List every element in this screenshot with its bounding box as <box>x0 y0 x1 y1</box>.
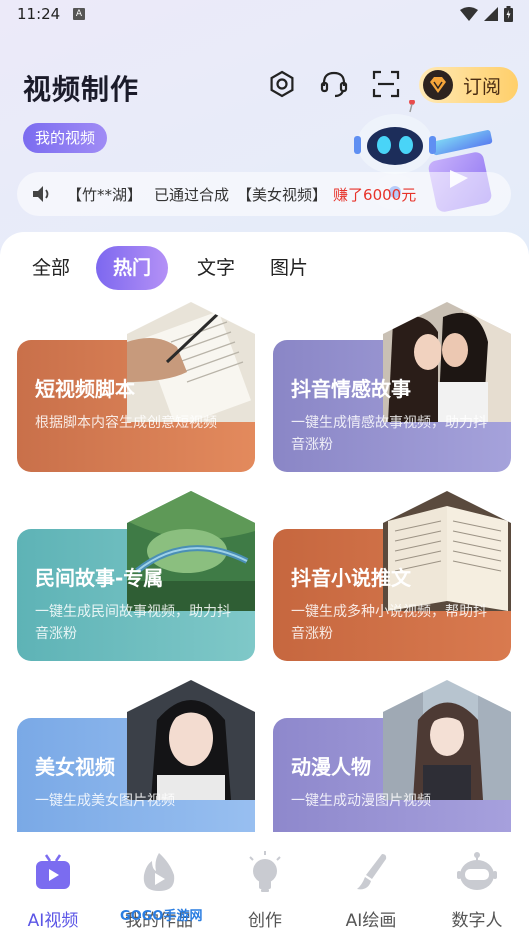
tab-all[interactable]: 全部 <box>32 246 70 290</box>
tab-hot[interactable]: 热门 <box>96 246 169 290</box>
card-title: 抖音小说推文 <box>291 566 411 590</box>
watermark-logo: GOGO手游网 <box>120 909 203 924</box>
headset-icon[interactable] <box>318 68 350 100</box>
nav-digital-human[interactable]: 数字人 <box>424 850 529 931</box>
nav-create[interactable]: 创作 <box>212 850 318 931</box>
card-title: 美女视频 <box>35 755 115 779</box>
settings-hex-icon[interactable] <box>266 68 298 100</box>
script-writing-image <box>127 302 255 422</box>
nav-label: 数字人 <box>451 911 503 931</box>
speaker-icon <box>31 185 55 203</box>
couple-photo-image <box>383 302 511 422</box>
card-title: 抖音情感故事 <box>291 377 411 401</box>
nav-label: 创作 <box>248 911 282 931</box>
flame-play-icon <box>106 850 212 894</box>
subscribe-label: 订阅 <box>463 75 502 98</box>
card-title: 动漫人物 <box>291 755 371 779</box>
anime-girl-image <box>383 680 511 800</box>
main-card: 全部 热门 文字 图片 短视频脚本 根据脚本内容生成创意短视频 抖音情感故事 一… <box>0 232 529 832</box>
tab-image[interactable]: 图片 <box>270 246 308 290</box>
card-title: 民间故事-专属 <box>35 566 164 590</box>
notice-user: 【竹**湖】 <box>67 185 143 204</box>
robot-head-icon <box>424 850 529 894</box>
card-title: 短视频脚本 <box>35 377 135 401</box>
card-folk-story[interactable]: 民间故事-专属 一键生成民间故事视频，助力抖音涨粉 <box>17 491 255 661</box>
card-desc: 根据脚本内容生成创意短视频 <box>35 415 217 431</box>
notification-a-icon: A <box>73 8 85 20</box>
wifi-icon <box>460 7 478 21</box>
scan-icon[interactable] <box>370 68 402 100</box>
page-title: 视频制作 <box>23 73 140 106</box>
card-desc: 一键生成民间故事视频，助力抖音涨粉 <box>35 604 231 642</box>
notice-earn: 赚了6000元 <box>333 185 417 204</box>
tab-text[interactable]: 文字 <box>197 246 235 290</box>
card-douyin-novel[interactable]: 抖音小说推文 一键生成多种小说视频，帮助抖音涨粉 <box>273 491 511 661</box>
card-desc: 一键生成情感故事视频，助力抖音涨粉 <box>291 415 487 453</box>
nav-ai-painting[interactable]: AI绘画 <box>318 850 424 931</box>
status-icons <box>460 6 513 22</box>
status-bar: 11:24 A <box>0 0 529 30</box>
signal-icon <box>484 7 498 21</box>
category-tabs: 全部 热门 文字 图片 <box>0 246 529 290</box>
notice-bar[interactable]: 【竹**湖】 已通过合成 【美女视频】 赚了6000元 <box>17 172 511 216</box>
card-short-video-script[interactable]: 短视频脚本 根据脚本内容生成创意短视频 <box>17 302 255 472</box>
my-videos-button[interactable]: 我的视频 <box>23 123 108 153</box>
nav-label: AI视频 <box>27 911 79 931</box>
nav-label: AI绘画 <box>345 911 397 931</box>
notice-video: 【美女视频】 <box>237 185 328 204</box>
notice-passed: 已通过合成 <box>154 185 230 204</box>
subscribe-button[interactable]: 订阅 <box>419 67 518 103</box>
bottom-nav: AI视频 我的作品 创作 AI绘画 数字人 <box>0 832 529 942</box>
lightbulb-icon <box>212 850 318 894</box>
card-desc: 一键生成动漫图片视频 <box>291 793 431 809</box>
mountain-train-image <box>127 491 255 611</box>
card-anime-character[interactable]: 动漫人物 一键生成动漫图片视频 <box>273 680 511 832</box>
card-desc: 一键生成多种小说视频，帮助抖音涨粉 <box>291 604 487 642</box>
brush-icon <box>318 850 424 894</box>
card-douyin-emotion-story[interactable]: 抖音情感故事 一键生成情感故事视频，助力抖音涨粉 <box>273 302 511 472</box>
nav-ai-video[interactable]: AI视频 <box>0 850 106 931</box>
card-desc: 一键生成美女图片视频 <box>35 793 175 809</box>
battery-icon <box>504 6 513 22</box>
open-book-image <box>383 491 511 611</box>
status-time: 11:24 <box>17 5 61 23</box>
diamond-badge-icon <box>423 70 453 100</box>
woman-portrait-image <box>127 680 255 800</box>
card-beauty-video[interactable]: 美女视频 一键生成美女图片视频 <box>17 680 255 832</box>
tv-icon <box>0 850 106 894</box>
